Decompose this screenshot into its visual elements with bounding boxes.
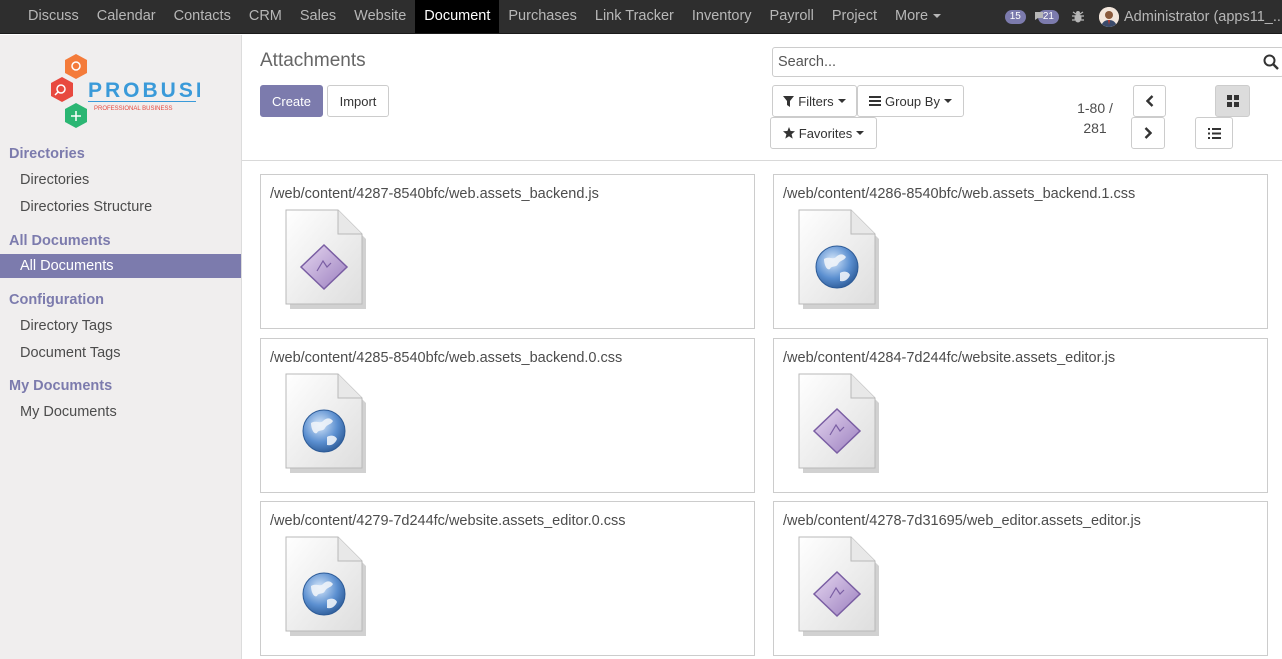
favorites-label: Favorites (798, 125, 853, 141)
web-file-icon (281, 534, 371, 638)
pager-next-button[interactable] (1131, 117, 1165, 149)
attachment-name: /web/content/4287-8540bfc/web.assets_bac… (270, 186, 599, 202)
kanban-view-button[interactable] (1215, 85, 1250, 117)
menu-contacts[interactable]: Contacts (165, 0, 240, 33)
attachment-name: /web/content/4286-8540bfc/web.assets_bac… (783, 186, 1136, 202)
caret-down-icon (837, 99, 846, 103)
attachment-card[interactable]: /web/content/4285-8540bfc/web.assets_bac… (260, 338, 755, 493)
search-bar (772, 47, 1282, 77)
kanban-grid-icon (1226, 95, 1239, 107)
sidebar-heading-my-documents[interactable]: My Documents (0, 373, 241, 399)
search-icon[interactable] (1263, 54, 1279, 70)
favorites-button[interactable]: Favorites (770, 117, 877, 149)
search-input[interactable] (773, 48, 1253, 76)
activities-indicator[interactable]: 21 (1034, 10, 1059, 24)
sidebar-item-my-documents[interactable]: My Documents (0, 399, 241, 426)
bars-icon (869, 96, 882, 106)
attachment-card[interactable]: /web/content/4287-8540bfc/web.assets_bac… (260, 174, 755, 329)
web-file-icon (794, 207, 884, 311)
group-by-label: Group By (885, 93, 940, 109)
attachment-name: /web/content/4278-7d31695/web_editor.ass… (783, 513, 1141, 529)
menu-project[interactable]: Project (823, 0, 886, 33)
sidebar-section-my-documents: My Documents My Documents (0, 373, 241, 426)
script-file-icon (281, 207, 371, 311)
pager-range: 1-80 / (1077, 100, 1113, 116)
messages-count-badge: 15 (1004, 10, 1026, 24)
menu-inventory[interactable]: Inventory (683, 0, 761, 33)
create-button[interactable]: Create (260, 85, 323, 117)
list-icon (1207, 127, 1221, 139)
sidebar-section-all-documents: All Documents All Documents (0, 228, 241, 278)
pager-total: 281 (1083, 120, 1107, 136)
avatar[interactable] (1099, 7, 1119, 27)
menu-purchases[interactable]: Purchases (499, 0, 586, 33)
control-panel: Attachments Create Import Filters Group … (242, 35, 1282, 161)
chat-bubble-icon (1034, 12, 1043, 20)
web-file-icon (281, 371, 371, 475)
menu-document[interactable]: Document (415, 0, 500, 33)
script-file-icon (794, 534, 884, 638)
chevron-left-icon (1145, 95, 1153, 107)
sidebar-item-directories-structure[interactable]: Directories Structure (0, 194, 241, 221)
sidebar-heading-all-documents[interactable]: All Documents (0, 228, 241, 254)
sidebar-item-directories[interactable]: Directories (0, 167, 241, 194)
menu-sales[interactable]: Sales (291, 0, 345, 33)
attachment-name: /web/content/4285-8540bfc/web.assets_bac… (270, 350, 623, 366)
probuse-logo-icon: PROBUSE PROFESSIONAL BUSINESS (51, 54, 210, 128)
pager-previous-button[interactable] (1133, 85, 1166, 117)
list-view-button[interactable] (1195, 117, 1233, 149)
menu-link-tracker[interactable]: Link Tracker (586, 0, 683, 33)
logo-tagline: PROFESSIONAL BUSINESS (94, 106, 172, 112)
sidebar-heading-configuration[interactable]: Configuration (0, 287, 241, 313)
pager-value[interactable]: 1-80 / 281 (1062, 98, 1128, 138)
attachment-card[interactable]: /web/content/4286-8540bfc/web.assets_bac… (773, 174, 1268, 329)
menu-calendar[interactable]: Calendar (88, 0, 165, 33)
sidebar: PROBUSE PROFESSIONAL BUSINESS Directorie… (0, 35, 242, 659)
top-navbar: Discuss Calendar Contacts CRM Sales Webs… (0, 0, 1282, 34)
attachment-card[interactable]: /web/content/4278-7d31695/web_editor.ass… (773, 501, 1268, 656)
sidebar-item-directory-tags[interactable]: Directory Tags (0, 313, 241, 340)
menu-website[interactable]: Website (345, 0, 415, 33)
filters-label: Filters (798, 93, 834, 109)
breadcrumb-title: Attachments (260, 50, 366, 71)
filters-button[interactable]: Filters (772, 85, 857, 117)
caret-down-icon (943, 99, 952, 103)
attachment-name: /web/content/4279-7d244fc/website.assets… (270, 513, 626, 529)
attachment-name: /web/content/4284-7d244fc/website.assets… (783, 350, 1116, 366)
messages-indicator[interactable]: 15 (1004, 10, 1026, 24)
chevron-right-icon (1144, 127, 1152, 139)
script-file-icon (794, 371, 884, 475)
user-avatar-icon (1099, 7, 1119, 27)
menu-discuss[interactable]: Discuss (19, 0, 88, 33)
attachment-card[interactable]: /web/content/4279-7d244fc/website.assets… (260, 501, 755, 656)
menu-crm[interactable]: CRM (240, 0, 291, 33)
app-menu: Discuss Calendar Contacts CRM Sales Webs… (0, 0, 950, 34)
import-button[interactable]: Import (327, 85, 389, 117)
star-icon (782, 127, 795, 139)
user-menu[interactable]: Administrator (apps11_... (1124, 9, 1282, 25)
company-logo[interactable]: PROBUSE PROFESSIONAL BUSINESS (44, 51, 210, 131)
group-by-button[interactable]: Group By (857, 85, 964, 117)
menu-more[interactable]: More (886, 0, 950, 33)
caret-down-icon (856, 131, 865, 135)
sidebar-section-directories: Directories Directories Directories Stru… (0, 141, 241, 221)
bug-icon[interactable] (1071, 10, 1085, 24)
attachment-card[interactable]: /web/content/4284-7d244fc/website.assets… (773, 338, 1268, 493)
systray: 15 21 Administrator (apps11_... (1004, 0, 1282, 34)
menu-payroll[interactable]: Payroll (761, 0, 823, 33)
logo-wordmark: PROBUSE (88, 79, 200, 102)
kanban-view: /web/content/4287-8540bfc/web.assets_bac… (242, 162, 1282, 659)
sidebar-section-configuration: Configuration Directory Tags Document Ta… (0, 287, 241, 367)
filter-icon (783, 95, 795, 107)
sidebar-item-all-documents[interactable]: All Documents (0, 254, 241, 278)
sidebar-item-document-tags[interactable]: Document Tags (0, 340, 241, 367)
sidebar-heading-directories[interactable]: Directories (0, 141, 241, 167)
